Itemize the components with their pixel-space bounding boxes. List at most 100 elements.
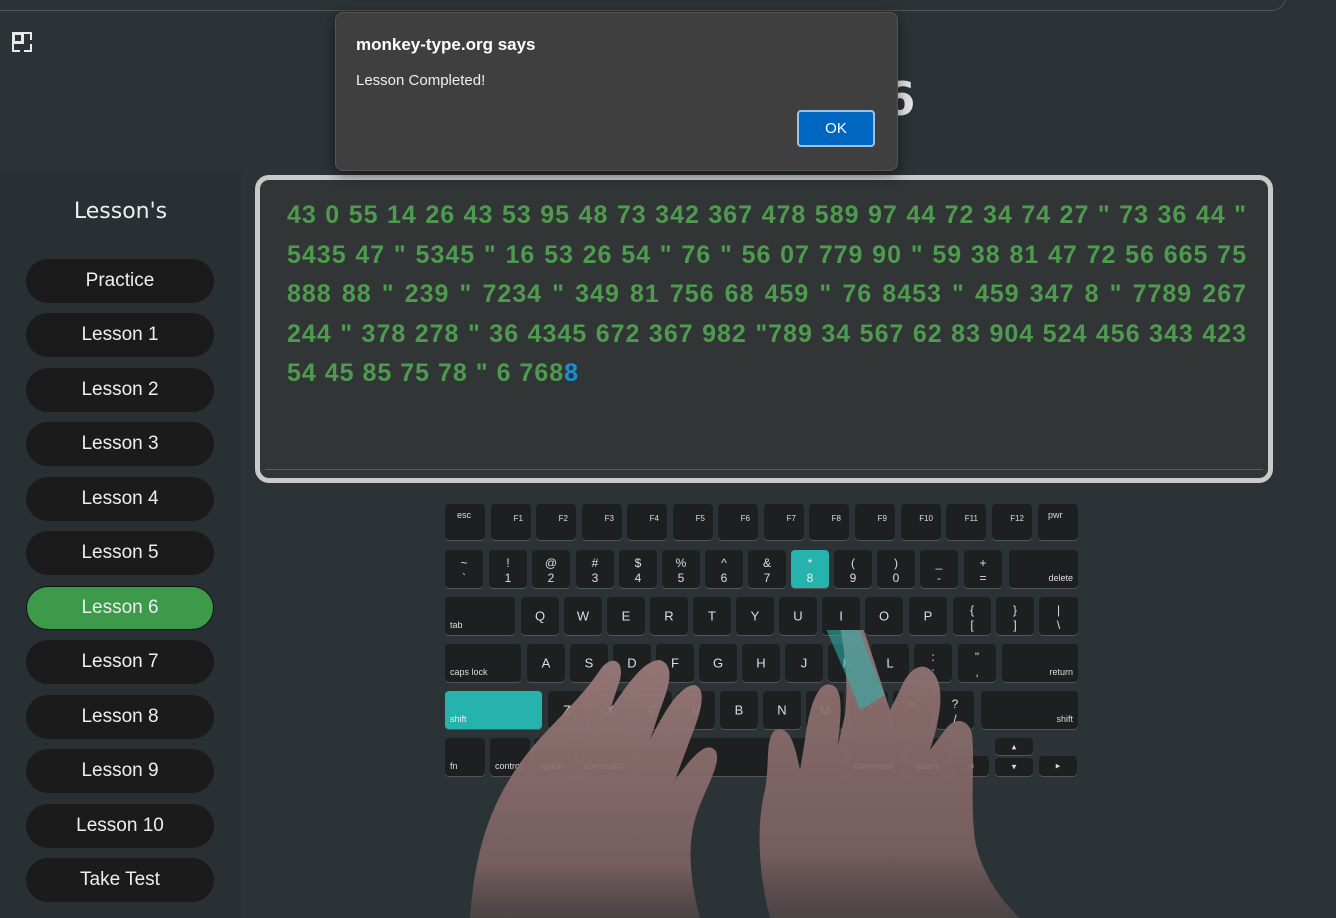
browser-top-edge	[0, 0, 1336, 11]
key-space	[638, 738, 844, 776]
key-label: `	[462, 571, 466, 585]
key-label: ]	[1013, 618, 1017, 632]
key-label: (	[851, 556, 855, 570]
key-label: \	[1056, 618, 1061, 632]
key-label: H	[756, 655, 766, 671]
virtual-keyboard: esc F1 F2 F3 F4 F5 F6 F7 F8 F9 F10 F11 F…	[445, 504, 1079, 776]
key-label: Z	[563, 702, 571, 718]
key-label: #	[591, 556, 599, 570]
sidebar-item-lesson-5[interactable]: Lesson 5	[26, 531, 214, 575]
key-w: W	[564, 597, 602, 635]
key-delete: delete	[1009, 550, 1078, 588]
key-option-right: option	[908, 738, 948, 776]
key-label: ,	[975, 665, 979, 679]
key-o: O	[865, 597, 903, 635]
key-control: control	[490, 738, 530, 776]
key-f12: F12	[992, 504, 1032, 540]
key-label: 8	[806, 571, 814, 585]
address-bar-edge	[0, 0, 1286, 11]
arrow-left-icon: ◂	[968, 760, 974, 771]
key-label: 2	[547, 571, 555, 585]
key-label: X	[605, 702, 615, 718]
key-label: command	[584, 761, 624, 771]
sidebar-item-lesson-9[interactable]: Lesson 9	[26, 749, 214, 793]
key-command-left: command	[579, 738, 633, 776]
key-shift-left-highlighted: shift	[445, 691, 542, 729]
dialog-title: monkey-type.org says	[356, 35, 536, 54]
key-arrow-up: ▴	[995, 738, 1033, 755]
sidebar-item-lesson-3[interactable]: Lesson 3	[26, 422, 214, 466]
key-label: A	[541, 655, 551, 671]
key-c: C	[634, 691, 672, 729]
key-f8: F8	[809, 504, 849, 540]
sidebar-item-lesson-7[interactable]: Lesson 7	[26, 640, 214, 684]
key-m: M	[806, 691, 844, 729]
key-r: R	[650, 597, 688, 635]
key-label: @	[544, 556, 558, 570]
key-esc: esc	[445, 504, 485, 540]
key-f7: F7	[764, 504, 804, 540]
sidebar-item-take-test[interactable]: Take Test	[26, 858, 214, 902]
key-p: P	[909, 597, 947, 635]
typing-area[interactable]: 43 0 55 14 26 43 53 95 48 73 342 367 478…	[255, 175, 1273, 483]
sidebar-item-lesson-1[interactable]: Lesson 1	[26, 313, 214, 357]
key-arrow-left: ◂	[953, 756, 989, 776]
arrow-down-icon: ▾	[1011, 761, 1017, 772]
key-g: G	[699, 644, 737, 682]
typed-text: 43 0 55 14 26 43 53 95 48 73 342 367 478…	[287, 201, 1247, 387]
key-label: =	[979, 571, 987, 585]
key-label: F	[671, 655, 679, 671]
key-f11: F11	[946, 504, 986, 540]
sidebar-item-lesson-8[interactable]: Lesson 8	[26, 695, 214, 739]
key-label: G	[712, 655, 724, 671]
key-label: S	[584, 655, 594, 671]
key-label: 9	[849, 571, 857, 585]
alert-dialog: monkey-type.org says Lesson Completed! O…	[335, 12, 898, 171]
key-label: J	[800, 655, 808, 671]
key-v: V	[677, 691, 715, 729]
key-label: option	[539, 761, 564, 771]
key-label: F11	[964, 514, 978, 523]
key-backslash: | \	[1039, 597, 1078, 635]
fullscreen-icon[interactable]	[12, 32, 32, 52]
sidebar-item-lesson-4[interactable]: Lesson 4	[26, 477, 214, 521]
arrow-right-icon: ▸	[1055, 760, 1061, 771]
key-l: L	[871, 644, 909, 682]
ok-button[interactable]: OK	[797, 110, 875, 147]
key-h: H	[742, 644, 780, 682]
key-k: K	[828, 644, 866, 682]
key-label: L	[886, 655, 894, 671]
sidebar-title: Lesson's	[73, 199, 168, 224]
key-label: F4	[649, 514, 659, 523]
key-label: ,	[867, 712, 871, 726]
dialog-message: Lesson Completed!	[356, 72, 486, 89]
key-z: Z	[548, 691, 586, 729]
key-label: +	[979, 556, 987, 570]
key-label: }	[1012, 603, 1017, 617]
key-minus: _ -	[920, 550, 958, 588]
key-label: W	[576, 608, 590, 624]
key-label: N	[777, 702, 787, 718]
key-label: 0	[892, 571, 900, 585]
sidebar-item-lesson-2[interactable]: Lesson 2	[26, 368, 214, 412]
key-label: F3	[604, 514, 614, 523]
key-label: F12	[1010, 514, 1024, 523]
sidebar-item-lesson-10[interactable]: Lesson 10	[26, 804, 214, 848]
key-label: *	[807, 556, 813, 570]
arrow-up-icon: ▴	[1011, 741, 1017, 751]
key-1: ! 1	[489, 550, 527, 588]
key-label: !	[506, 556, 510, 570]
key-f2: F2	[536, 504, 576, 540]
key-label: F9	[877, 514, 887, 523]
key-n: N	[763, 691, 801, 729]
key-label: F2	[558, 514, 568, 523]
key-7: & 7	[748, 550, 786, 588]
key-f4: F4	[627, 504, 667, 540]
key-label: &	[762, 556, 771, 570]
sidebar-item-lesson-6[interactable]: Lesson 6	[26, 586, 214, 630]
sidebar-item-practice[interactable]: Practice	[26, 259, 214, 303]
key-fn: fn	[445, 738, 485, 776]
key-label: pwr	[1048, 510, 1063, 520]
key-3: #3	[576, 550, 614, 588]
key-label: ?	[951, 697, 959, 711]
